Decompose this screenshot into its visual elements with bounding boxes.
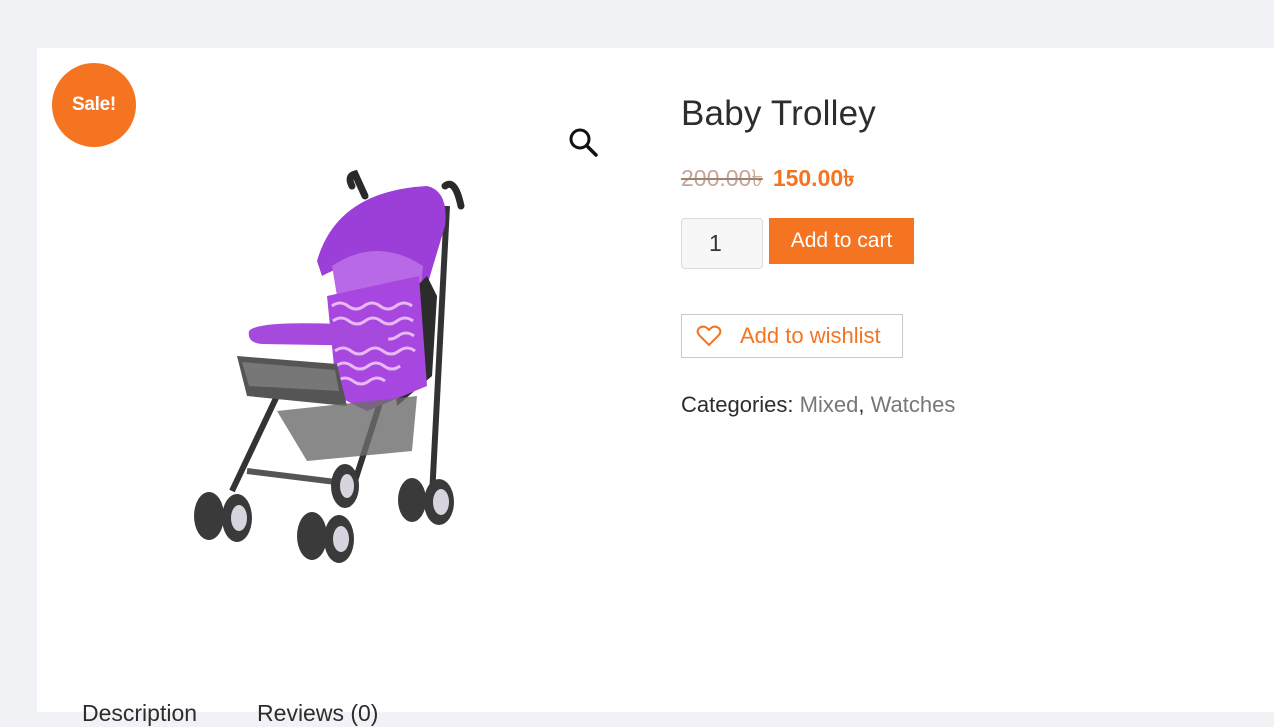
heart-outline-icon: [696, 325, 722, 347]
category-link-watches[interactable]: Watches: [871, 392, 956, 417]
product-title: Baby Trolley: [681, 94, 876, 133]
category-separator: ,: [858, 392, 865, 417]
wishlist-label: Add to wishlist: [740, 323, 881, 348]
tab-description[interactable]: Description: [82, 700, 197, 727]
old-price: 200.00৳: [681, 165, 763, 191]
categories: Categories: Mixed, Watches: [681, 392, 955, 418]
product-image-stroller[interactable]: [187, 166, 477, 566]
sale-price: 150.00৳: [772, 165, 855, 191]
add-to-wishlist-button[interactable]: Add to wishlist: [681, 314, 903, 358]
magnifier-icon[interactable]: [567, 126, 599, 158]
price-row: 200.00৳ 150.00৳: [681, 160, 855, 199]
tab-reviews[interactable]: Reviews (0): [257, 700, 378, 727]
add-to-cart-button[interactable]: Add to cart: [769, 218, 914, 264]
product-card: Sale! Baby Trolley 200.00৳ 150.00৳ 1 Add…: [37, 48, 1274, 726]
category-link-mixed[interactable]: Mixed: [800, 392, 859, 417]
categories-label: Categories:: [681, 392, 794, 417]
sale-badge: Sale!: [52, 63, 136, 147]
quantity-input[interactable]: [681, 218, 763, 269]
product-tabs: Description Reviews (0): [82, 700, 378, 727]
